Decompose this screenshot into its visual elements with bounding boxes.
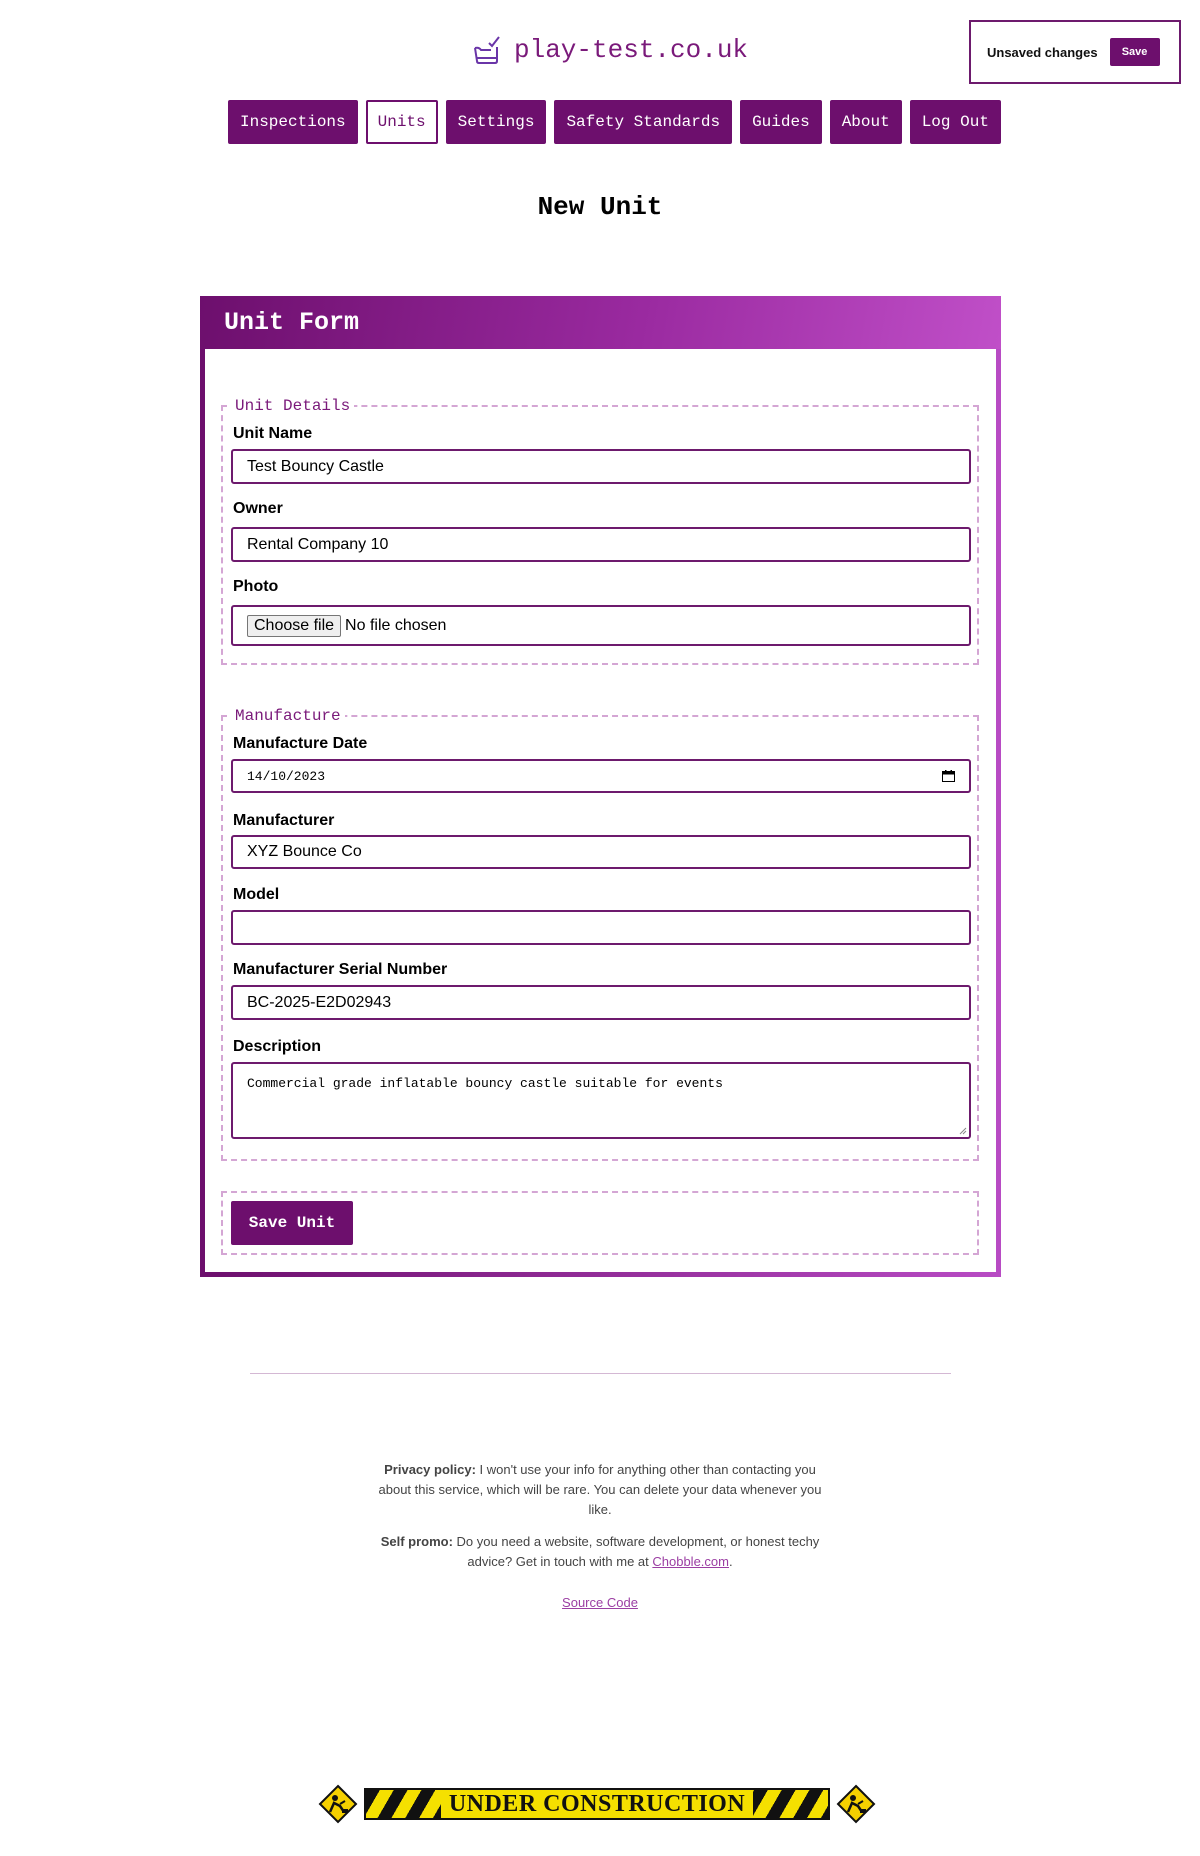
manufacturer-value: XYZ Bounce Co <box>247 843 362 860</box>
photo-file-input[interactable]: Choose file No file chosen <box>231 605 971 646</box>
description-textarea[interactable]: Commercial grade inflatable bouncy castl… <box>231 1062 971 1139</box>
nav-about[interactable]: About <box>829 100 902 144</box>
construction-tape: UNDER CONSTRUCTION <box>364 1788 830 1820</box>
unit-details-fieldset: Unit Details Unit Name Test Bouncy Castl… <box>221 397 979 665</box>
manufacture-date-input[interactable]: 14/10/2023 <box>231 759 971 793</box>
manufacturer-label: Manufacturer <box>233 812 335 829</box>
model-input[interactable] <box>231 910 971 945</box>
model-label: Model <box>233 886 280 903</box>
description-value: Commercial grade inflatable bouncy castl… <box>247 1076 723 1091</box>
nav-guides[interactable]: Guides <box>740 100 822 144</box>
serial-number-label: Manufacturer Serial Number <box>233 961 448 978</box>
nav-units[interactable]: Units <box>365 100 438 144</box>
description-label: Description <box>233 1038 322 1055</box>
privacy-policy: Privacy policy: I won't use your info fo… <box>370 1460 830 1520</box>
serial-number-value: BC-2025-E2D02943 <box>247 993 392 1011</box>
file-status: No file chosen <box>345 616 447 634</box>
source-code-link[interactable]: Source Code <box>0 1595 1200 1610</box>
footer-divider <box>250 1373 951 1374</box>
promo-text: Do you need a website, software developm… <box>452 1534 820 1569</box>
unit-name-value: Test Bouncy Castle <box>247 457 384 475</box>
form-actions: Save Unit <box>221 1191 979 1255</box>
unsaved-changes-panel: Unsaved changes Save <box>969 20 1181 84</box>
promo-end: . <box>728 1554 733 1569</box>
under-construction-banner: UNDER CONSTRUCTION <box>318 1784 876 1824</box>
construction-text: UNDER CONSTRUCTION <box>440 1790 754 1818</box>
promo-heading: Self promo: <box>380 1534 453 1549</box>
site-title: play-test.co.uk <box>514 35 749 65</box>
unit-details-legend: Unit Details <box>235 397 351 415</box>
nav-safety-standards[interactable]: Safety Standards <box>554 100 733 144</box>
manufacture-legend: Manufacture <box>235 707 341 725</box>
unit-form-header: Unit Form <box>200 296 1001 349</box>
nav-inspections[interactable]: Inspections <box>228 100 358 144</box>
manufacture-date-value: 14/10/2023 <box>247 768 326 784</box>
construction-worker-sign-icon <box>836 1784 876 1824</box>
choose-file-button[interactable]: Choose file <box>247 614 342 637</box>
resize-handle-icon[interactable] <box>959 1127 967 1135</box>
unit-name-label: Unit Name <box>233 425 313 442</box>
quick-save-button[interactable]: Save <box>1109 38 1160 66</box>
privacy-heading: Privacy policy: <box>384 1462 476 1477</box>
photo-label: Photo <box>233 578 279 595</box>
owner-input[interactable]: Rental Company 10 <box>231 527 971 562</box>
manufacture-date-label: Manufacture Date <box>233 735 368 752</box>
save-unit-button[interactable]: Save Unit <box>231 1201 353 1245</box>
calendar-icon[interactable] <box>942 770 955 782</box>
nav-log-out[interactable]: Log Out <box>909 100 1001 144</box>
owner-value: Rental Company 10 <box>247 535 389 553</box>
manufacture-fieldset: Manufacture Manufacture Date 14/10/2023 … <box>221 707 979 1161</box>
manufacturer-input[interactable]: XYZ Bounce Co <box>231 835 971 869</box>
owner-label: Owner <box>233 500 283 517</box>
unit-form-card: Unit Form Unit Details Unit Name Test Bo… <box>200 296 1001 1277</box>
unsaved-changes-text: Unsaved changes <box>987 44 1098 60</box>
serial-number-input[interactable]: BC-2025-E2D02943 <box>231 985 971 1020</box>
site-logo[interactable]: play-test.co.uk <box>470 30 748 70</box>
page-title: New Unit <box>537 192 663 222</box>
self-promo: Self promo: Do you need a website, softw… <box>370 1532 830 1572</box>
unit-name-input[interactable]: Test Bouncy Castle <box>231 449 971 484</box>
chobble-link[interactable]: Chobble.com <box>652 1554 729 1569</box>
construction-worker-sign-icon <box>318 1784 358 1824</box>
nav-settings[interactable]: Settings <box>445 100 547 144</box>
clipboard-check-icon <box>474 36 500 64</box>
main-nav: Inspections Units Settings Safety Standa… <box>228 100 1001 144</box>
unit-form-title: Unit Form <box>224 308 360 337</box>
